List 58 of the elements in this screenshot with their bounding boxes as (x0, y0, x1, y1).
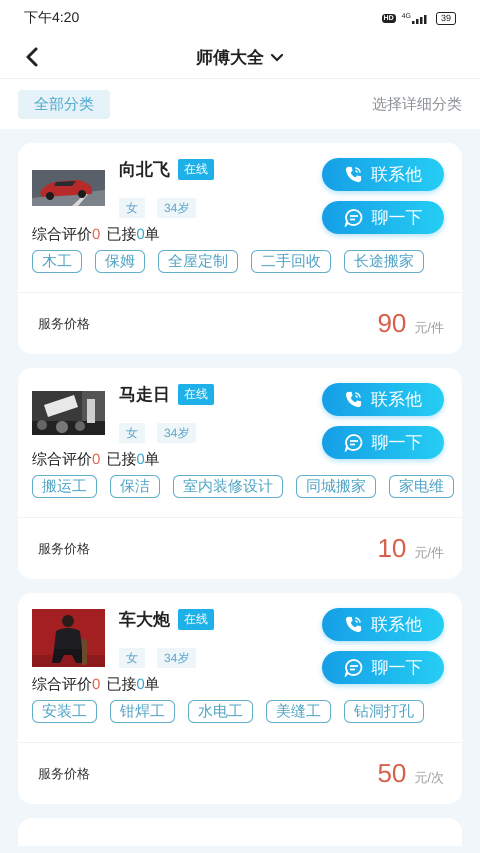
phone-icon (344, 615, 363, 634)
online-badge: 在线 (178, 384, 214, 404)
chat-button[interactable]: 聊一下 (322, 426, 444, 459)
category-picker-link[interactable]: 选择详细分类 (372, 94, 462, 114)
stats-text: 综合评价0 已接0单 (32, 675, 161, 695)
skill-tag: 二手回收 (251, 250, 331, 273)
stats-text: 综合评价0 已接0单 (32, 450, 161, 470)
skill-tag: 保洁 (110, 475, 160, 498)
page-title[interactable]: 师傅大全 (196, 46, 264, 68)
worker-name: 向北飞 (119, 158, 170, 180)
skill-tag: 木工 (32, 250, 82, 273)
skill-tag: 安装工 (32, 700, 97, 723)
price-label: 服务价格 (38, 764, 90, 782)
price-unit: 元/件 (414, 544, 444, 562)
skill-tag: 室内装修设计 (173, 475, 283, 498)
price-label: 服务价格 (38, 540, 90, 558)
contact-button[interactable]: 联系他 (322, 383, 444, 416)
chat-bubble-icon (344, 658, 364, 677)
age-tag: 34岁 (157, 198, 196, 218)
price-unit: 元/次 (414, 769, 444, 787)
price-label: 服务价格 (38, 314, 90, 332)
skill-tag: 家电维 (389, 475, 454, 498)
skill-tag: 钳焊工 (110, 700, 175, 723)
online-badge: 在线 (178, 608, 214, 630)
phone-icon (344, 390, 363, 409)
skill-tag: 水电工 (188, 700, 253, 723)
battery-level: 39 (436, 12, 456, 24)
chevron-down-icon[interactable] (270, 52, 284, 62)
age-tag: 34岁 (157, 423, 196, 443)
back-icon[interactable] (24, 47, 40, 67)
chat-button[interactable]: 聊一下 (322, 201, 444, 234)
contact-button[interactable]: 联系他 (322, 608, 444, 641)
skill-tag: 美缝工 (266, 700, 331, 723)
price-value: 50 (377, 758, 406, 789)
skill-tag: 钻洞打孔 (344, 700, 424, 723)
skill-tag: 同城搬家 (296, 475, 376, 498)
chat-bubble-icon (344, 208, 364, 227)
stats-text: 综合评价0 已接0单 (32, 225, 161, 245)
skill-tag: 全屋定制 (158, 250, 238, 273)
worker-name: 马走日 (119, 384, 170, 406)
contact-button[interactable]: 联系他 (322, 158, 444, 191)
gender-tag: 女 (119, 423, 145, 443)
price-value: 90 (377, 308, 406, 339)
worker-name: 车大炮 (119, 608, 170, 630)
skill-tag: 长途搬家 (344, 250, 424, 273)
skill-tag: 搬运工 (32, 475, 97, 498)
online-badge: 在线 (178, 158, 214, 180)
status-time: 下午4:20 (24, 9, 80, 27)
all-categories-tab[interactable]: 全部分类 (18, 90, 110, 118)
phone-icon (344, 165, 363, 184)
skill-tag: 保姆 (95, 250, 145, 273)
gender-tag: 女 (119, 648, 145, 668)
chat-bubble-icon (344, 433, 364, 452)
chat-button[interactable]: 聊一下 (322, 651, 444, 684)
age-tag: 34岁 (157, 648, 196, 668)
price-unit: 元/件 (414, 319, 444, 337)
price-value: 10 (377, 533, 406, 564)
gender-tag: 女 (119, 198, 145, 218)
